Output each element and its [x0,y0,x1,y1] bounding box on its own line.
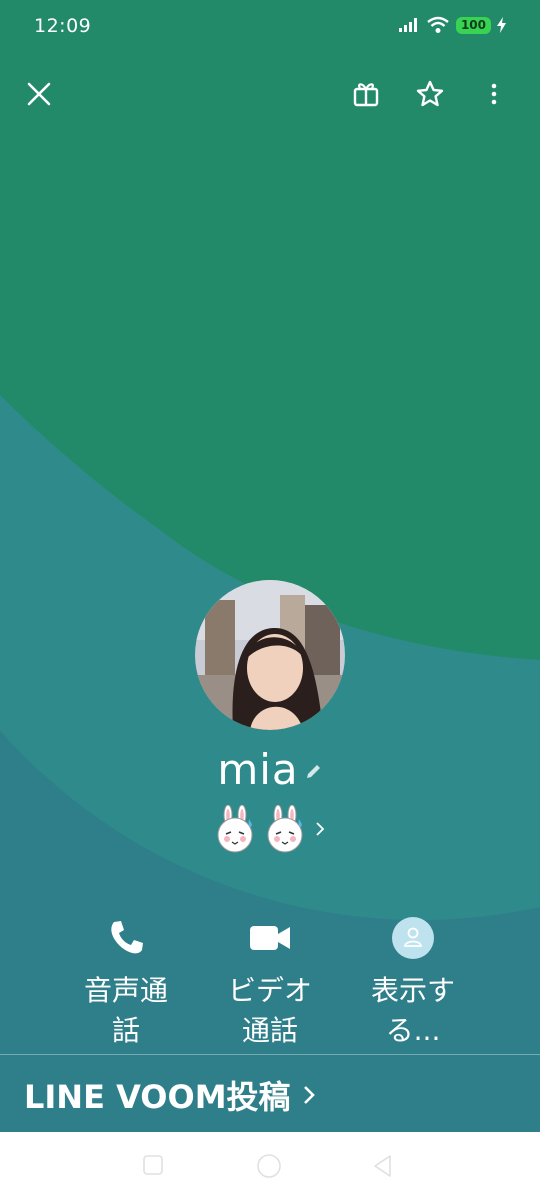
pencil-icon [306,764,320,778]
star-icon [416,80,444,107]
edit-name-button[interactable] [305,762,323,784]
status-message[interactable] [0,805,540,853]
profile-name: mia [217,745,299,794]
phone-icon [111,921,143,954]
gift-button[interactable] [346,74,386,114]
voice-call-label-line2: 話 [111,1014,140,1047]
profile-avatar[interactable] [195,580,345,730]
chevron-right-icon [303,1086,315,1104]
signal-icon [398,18,417,32]
status-bar: 12:09 100 [0,0,540,54]
circle-icon [257,1154,281,1178]
video-call-label-line2: 通話 [241,1014,298,1047]
show-profile-button[interactable]: 表示する... [343,915,483,1051]
chevron-right-icon [316,822,325,836]
video-call-button[interactable]: ビデオ 通話 [200,915,340,1051]
gift-icon [353,83,379,107]
show-label-line2: る... [385,1014,441,1047]
close-icon [27,82,51,106]
recent-apps-button[interactable] [142,1154,164,1180]
square-icon [143,1155,163,1175]
line-voom-label: LINE VOOM投稿 [24,1078,291,1116]
voice-call-button[interactable]: 音声通話 [56,915,196,1051]
close-button[interactable] [19,74,59,114]
wifi-icon [427,16,449,33]
voice-call-label-line1: 音声通 [83,974,168,1007]
back-button[interactable] [372,1154,394,1182]
status-time: 12:09 [34,15,92,37]
battery-indicator: 100 [455,16,491,34]
show-label-line1: 表示す [370,974,455,1007]
line-voom-posts-link[interactable]: LINE VOOM投稿 [24,1072,315,1118]
system-navigation-bar [0,1132,540,1200]
favorite-button[interactable] [410,74,450,114]
person-icon [392,917,434,959]
bunny-sticker-icon [217,805,253,853]
video-camera-icon [250,926,290,950]
charging-icon [497,17,506,33]
more-options-button[interactable] [474,74,514,114]
bunny-sticker-icon [267,805,303,853]
more-vertical-icon [491,83,497,105]
profile-photo [195,580,345,730]
divider [0,1054,540,1055]
triangle-back-icon [374,1155,391,1177]
video-call-label-line1: ビデオ [227,974,312,1007]
home-button[interactable] [255,1152,283,1184]
